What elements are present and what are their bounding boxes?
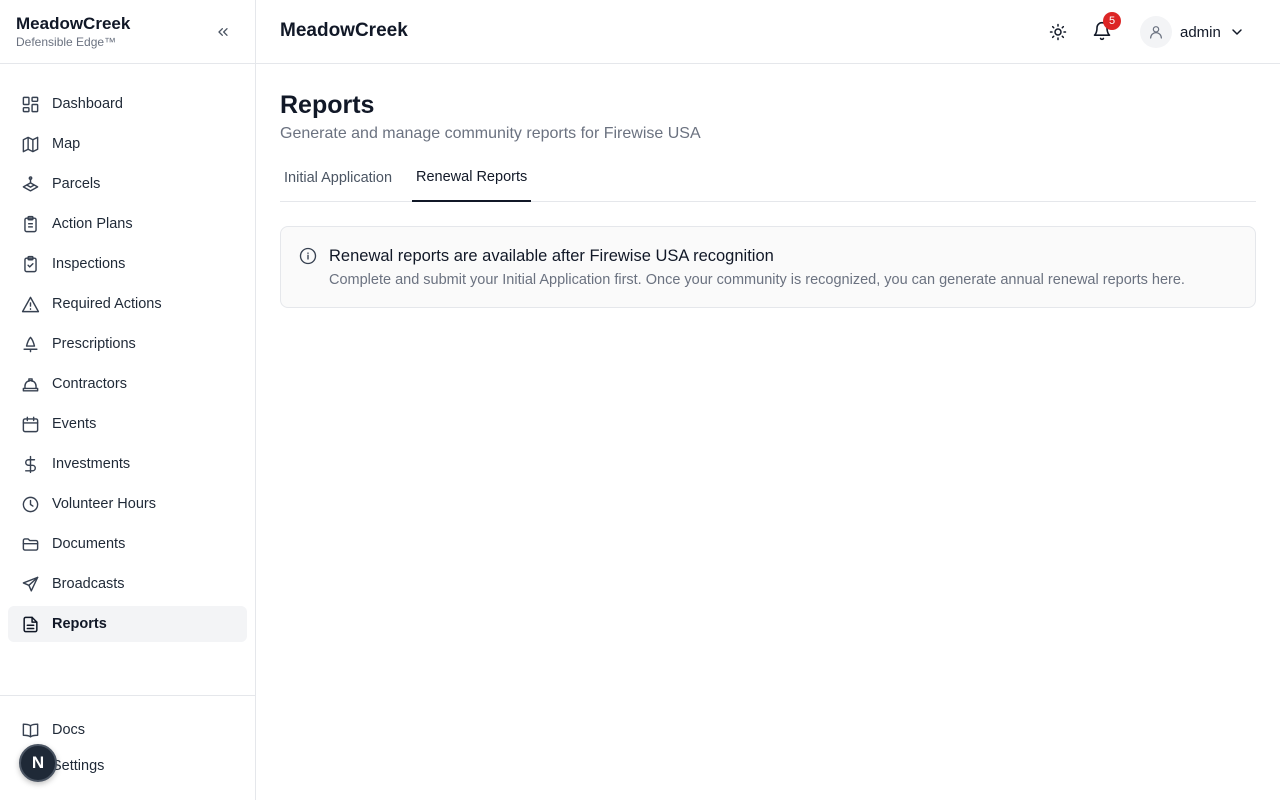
sidebar-item-contractors[interactable]: Contractors	[8, 366, 247, 402]
sidebar: MeadowCreek Defensible Edge™ Dashboard M…	[0, 0, 256, 800]
dollar-icon	[20, 454, 40, 474]
report-tabs: Initial Application Renewal Reports	[280, 160, 1256, 202]
sidebar-item-label: Events	[52, 416, 97, 432]
tab-renewal-reports[interactable]: Renewal Reports	[412, 160, 532, 202]
chevron-down-icon	[1232, 29, 1242, 35]
parcels-icon	[20, 174, 40, 194]
clipboard-check-icon	[20, 254, 40, 274]
brand-name: MeadowCreek	[16, 14, 131, 33]
user-menu[interactable]: admin	[1140, 16, 1245, 48]
tree-icon	[20, 334, 40, 354]
avatar	[1140, 16, 1172, 48]
sidebar-item-label: Investments	[52, 456, 131, 472]
sidebar-item-reports[interactable]: Reports	[8, 606, 247, 642]
sidebar-item-prescriptions[interactable]: Prescriptions	[8, 326, 247, 362]
floating-assistant-button[interactable]: N	[19, 744, 57, 782]
notification-badge: 5	[1103, 12, 1121, 30]
map-icon	[20, 134, 40, 154]
sidebar-item-volunteer-hours[interactable]: Volunteer Hours	[8, 486, 247, 522]
sidebar-item-events[interactable]: Events	[8, 406, 247, 442]
sidebar-item-documents[interactable]: Documents	[8, 526, 247, 562]
page-title: Reports	[280, 91, 375, 119]
sidebar-item-dashboard[interactable]: Dashboard	[8, 86, 247, 122]
sidebar-item-inspections[interactable]: Inspections	[8, 246, 247, 282]
book-icon	[20, 720, 40, 740]
brand-tagline: Defensible Edge™	[16, 35, 117, 49]
sidebar-item-map[interactable]: Map	[8, 126, 247, 162]
dashboard-icon	[20, 94, 40, 114]
main-content: Reports Generate and manage community re…	[280, 64, 1256, 308]
file-text-icon	[20, 614, 40, 634]
sidebar-item-required-actions[interactable]: Required Actions	[8, 286, 247, 322]
sidebar-item-label: Map	[52, 136, 81, 152]
alert-content: Renewal reports are available after Fire…	[329, 245, 1185, 289]
sidebar-item-label: Settings	[52, 758, 105, 774]
sidebar-item-label: Broadcasts	[52, 576, 125, 592]
clock-icon	[20, 494, 40, 514]
send-icon	[20, 574, 40, 594]
sidebar-item-label: Docs	[52, 722, 86, 738]
user-name: admin	[1180, 23, 1221, 41]
hard-hat-icon	[20, 374, 40, 394]
sidebar-item-label: Parcels	[52, 176, 101, 192]
sidebar-item-broadcasts[interactable]: Broadcasts	[8, 566, 247, 602]
sidebar-item-label: Dashboard	[52, 96, 123, 112]
user-icon	[1150, 26, 1162, 39]
tab-initial-application[interactable]: Initial Application	[280, 160, 396, 202]
sidebar-item-label: Reports	[52, 616, 107, 632]
brand-header: MeadowCreek Defensible Edge™	[0, 0, 255, 64]
folder-icon	[20, 534, 40, 554]
collapse-sidebar-button[interactable]	[211, 20, 235, 44]
chevrons-left-icon	[218, 27, 228, 36]
warning-icon	[20, 294, 40, 314]
theme-toggle-button[interactable]	[1046, 20, 1070, 44]
alert-body: Complete and submit your Initial Applica…	[329, 272, 1185, 288]
sidebar-item-label: Inspections	[52, 256, 126, 272]
sidebar-item-label: Action Plans	[52, 216, 133, 232]
topbar-title: MeadowCreek	[280, 20, 408, 41]
sidebar-item-label: Volunteer Hours	[52, 496, 156, 512]
calendar-icon	[20, 414, 40, 434]
page-subtitle: Generate and manage community reports fo…	[280, 125, 701, 142]
sidebar-item-investments[interactable]: Investments	[8, 446, 247, 482]
sidebar-item-label: Required Actions	[52, 296, 162, 312]
sidebar-item-label: Contractors	[52, 376, 127, 392]
sidebar-item-action-plans[interactable]: Action Plans	[8, 206, 247, 242]
top-bar: MeadowCreek 5 admin	[256, 0, 1280, 64]
sidebar-item-label: Documents	[52, 536, 126, 552]
sidebar-nav: Dashboard Map Parcels Action Plans Inspe…	[8, 86, 247, 646]
sidebar-item-docs[interactable]: Docs	[8, 712, 247, 748]
alert-title: Renewal reports are available after Fire…	[329, 247, 774, 265]
clipboard-icon	[20, 214, 40, 234]
sun-icon	[1049, 23, 1067, 41]
sidebar-item-label: Prescriptions	[52, 336, 136, 352]
sidebar-item-parcels[interactable]: Parcels	[8, 166, 247, 202]
info-icon	[299, 247, 317, 265]
info-alert: Renewal reports are available after Fire…	[280, 226, 1256, 308]
